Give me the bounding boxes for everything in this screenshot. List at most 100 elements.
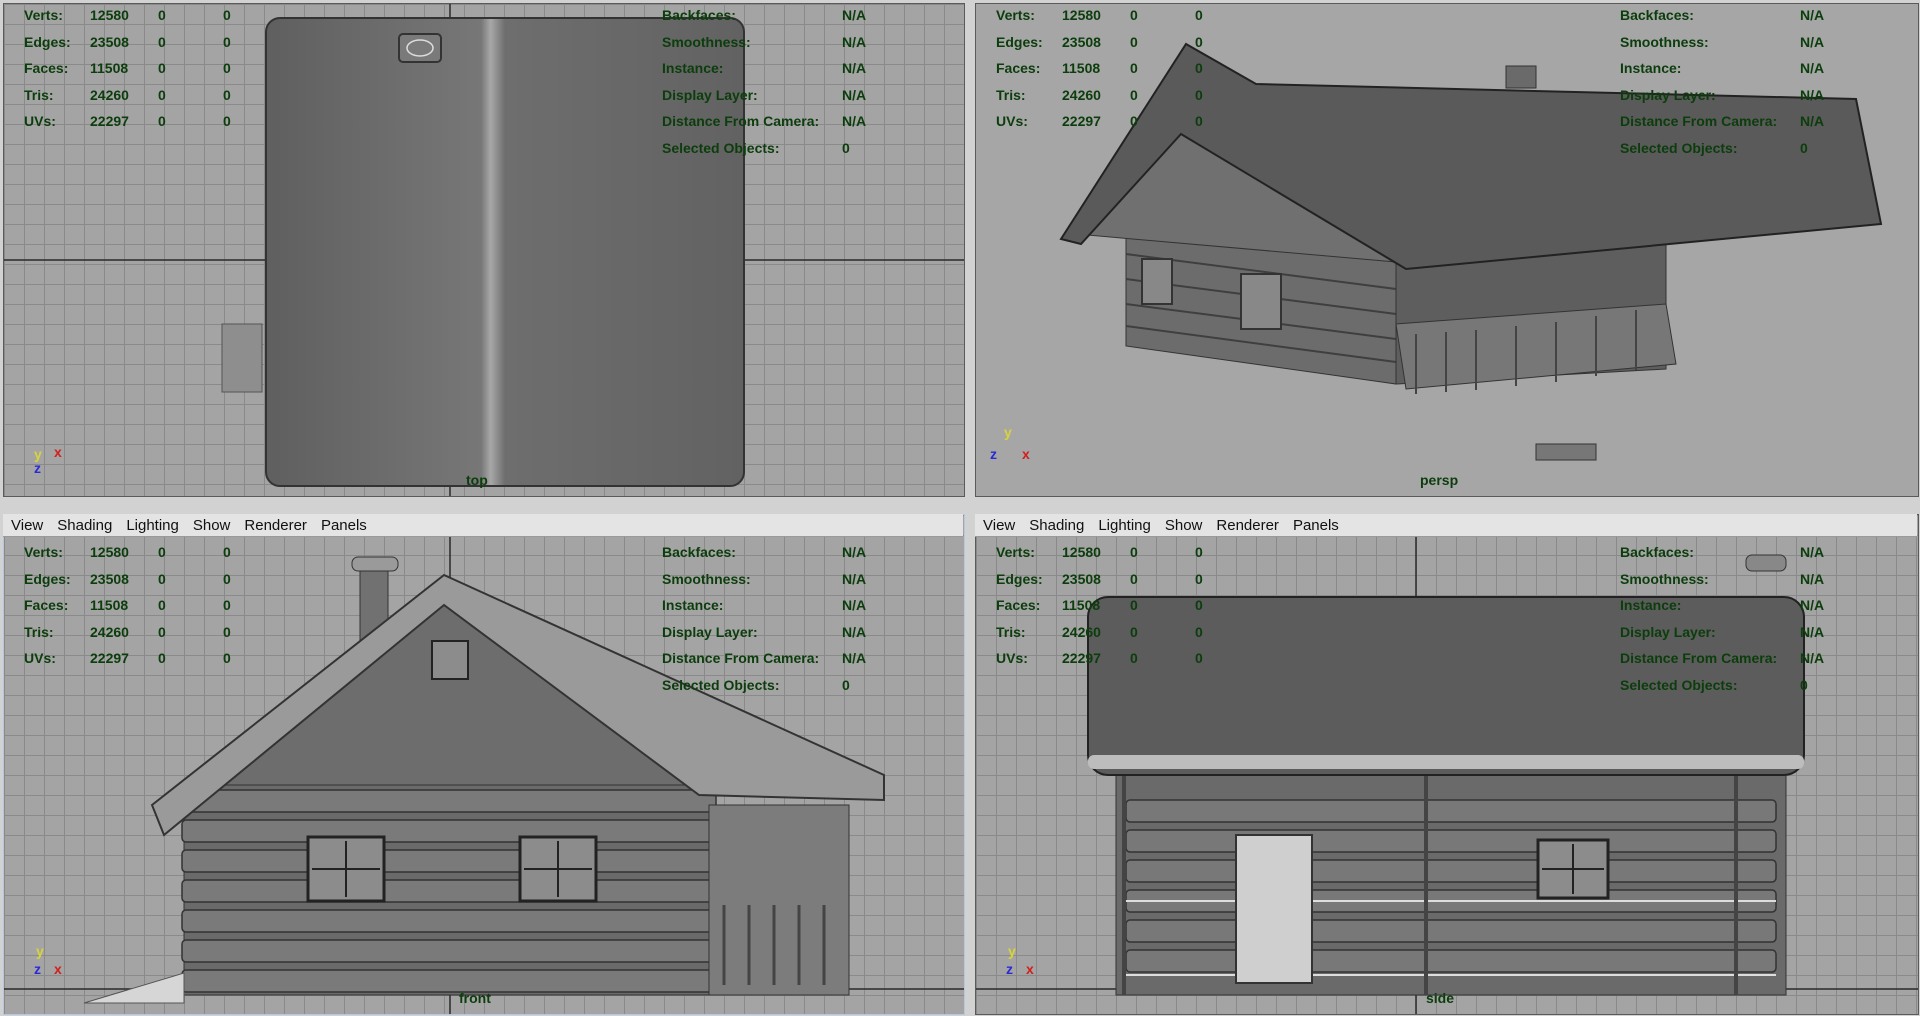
display-layer-label: Display Layer: (1620, 86, 1716, 103)
menu-view[interactable]: View (11, 517, 43, 534)
distance-value: N/A (842, 113, 867, 129)
smoothness-label: Smoothness: (1620, 570, 1709, 587)
axis-x-label: x (54, 961, 62, 977)
panel-menubar-front: View Shading Lighting Show Renderer Pane… (3, 514, 963, 537)
viewport-top[interactable]: Verts: 12580 0 0 Edges: 23508 0 0 Faces: 11508 0… (3, 3, 965, 497)
distance-value: N/A (1800, 113, 1825, 129)
menu-renderer[interactable]: Renderer (1216, 517, 1279, 534)
edges-selected: 0 (1130, 570, 1138, 587)
viewport-persp[interactable]: Verts: 12580 0 0 Edges: 23508 0 0 Faces: 11508 0… (975, 3, 1919, 497)
distance-label: Distance From Camera: (662, 650, 820, 666)
uvs-selected: 0 (158, 113, 166, 129)
selected-objects-value: 0 (1800, 676, 1808, 693)
menu-show[interactable]: Show (1165, 517, 1203, 534)
edges-selected: 0 (158, 33, 166, 50)
faces-selected: 0 (158, 60, 166, 76)
edges-value: 23508 (90, 33, 129, 50)
smoothness-value: N/A (842, 570, 867, 587)
uvs-label: UVs: (996, 650, 1028, 666)
verts-label: Verts: (24, 7, 63, 23)
tris-extra: 0 (223, 623, 231, 640)
menu-lighting[interactable]: Lighting (126, 517, 179, 534)
backfaces-value: N/A (842, 7, 867, 23)
verts-label: Verts: (996, 544, 1035, 560)
uvs-value: 22297 (1062, 650, 1101, 666)
poly-count-hud: Verts: 12580 0 0 Edges: 23508 0 0 Faces: 11508 0… (996, 539, 1203, 672)
tris-selected: 0 (158, 623, 166, 640)
axis-z-label: z (1006, 961, 1013, 977)
tris-value: 24260 (90, 623, 129, 640)
display-layer-label: Display Layer: (662, 623, 758, 640)
menu-panels[interactable]: Panels (321, 517, 367, 534)
backfaces-value: N/A (1800, 7, 1825, 23)
menu-shading[interactable]: Shading (57, 517, 112, 534)
axis-gizmo: y x z (32, 444, 72, 484)
instance-label: Instance: (662, 597, 724, 613)
edges-value: 23508 (90, 570, 129, 587)
uvs-value: 22297 (90, 650, 129, 666)
edges-extra: 0 (1195, 33, 1203, 50)
backfaces-value: N/A (842, 544, 867, 560)
faces-label: Faces: (996, 60, 1041, 76)
uvs-selected: 0 (1130, 650, 1138, 666)
menu-lighting[interactable]: Lighting (1098, 517, 1151, 534)
viewport-front[interactable]: Verts: 12580 0 0 Edges: 23508 0 0 Faces: 11508 0… (3, 514, 965, 1015)
faces-extra: 0 (223, 60, 231, 76)
display-layer-value: N/A (1800, 86, 1825, 103)
object-info-hud: Backfaces: N/A Smoothness: N/A Instance: N/… (662, 539, 866, 698)
display-layer-value: N/A (842, 623, 867, 640)
verts-extra: 0 (223, 544, 231, 560)
edges-selected: 0 (158, 570, 166, 587)
edges-label: Edges: (996, 570, 1043, 587)
instance-value: N/A (842, 597, 867, 613)
instance-value: N/A (1800, 597, 1825, 613)
edges-value: 23508 (1062, 33, 1101, 50)
faces-extra: 0 (223, 597, 231, 613)
uvs-extra: 0 (223, 113, 231, 129)
camera-label-side: side (1426, 990, 1455, 1006)
backfaces-value: N/A (1800, 544, 1825, 560)
smoothness-value: N/A (1800, 570, 1825, 587)
edges-value: 23508 (1062, 570, 1101, 587)
selected-objects-value: 0 (1800, 139, 1808, 156)
menu-renderer[interactable]: Renderer (244, 517, 307, 534)
edges-extra: 0 (223, 33, 231, 50)
edges-label: Edges: (996, 33, 1043, 50)
verts-selected: 0 (158, 544, 166, 560)
faces-selected: 0 (1130, 597, 1138, 613)
smoothness-value: N/A (1800, 33, 1825, 50)
faces-label: Faces: (996, 597, 1041, 613)
uvs-label: UVs: (24, 650, 56, 666)
menu-panels[interactable]: Panels (1293, 517, 1339, 534)
verts-value: 12580 (90, 544, 129, 560)
selected-objects-label: Selected Objects: (1620, 139, 1738, 156)
distance-label: Distance From Camera: (1620, 650, 1778, 666)
tris-selected: 0 (1130, 623, 1138, 640)
tris-value: 24260 (1062, 623, 1101, 640)
axis-y-label: y (1008, 943, 1016, 959)
menu-view[interactable]: View (983, 517, 1015, 534)
distance-label: Distance From Camera: (1620, 113, 1778, 129)
faces-selected: 0 (158, 597, 166, 613)
axis-z-label: z (990, 446, 997, 462)
faces-selected: 0 (1130, 60, 1138, 76)
axis-x-label: x (1026, 961, 1034, 977)
axis-y-label: y (36, 943, 44, 959)
tris-extra: 0 (1195, 86, 1203, 103)
edges-extra: 0 (1195, 570, 1203, 587)
axis-x-label: x (1022, 446, 1030, 462)
viewport-side[interactable]: Verts: 12580 0 0 Edges: 23508 0 0 Faces: 11508 0… (975, 514, 1919, 1015)
tris-label: Tris: (24, 86, 54, 103)
tris-label: Tris: (24, 623, 54, 640)
camera-label-front: front (459, 990, 491, 1006)
menu-shading[interactable]: Shading (1029, 517, 1084, 534)
menu-show[interactable]: Show (193, 517, 231, 534)
camera-label-persp: persp (1420, 472, 1459, 488)
display-layer-value: N/A (1800, 623, 1825, 640)
verts-selected: 0 (1130, 544, 1138, 560)
poly-count-hud: Verts: 12580 0 0 Edges: 23508 0 0 Faces: 11508 0… (24, 539, 231, 672)
tris-extra: 0 (223, 86, 231, 103)
uvs-label: UVs: (996, 113, 1028, 129)
smoothness-label: Smoothness: (1620, 33, 1709, 50)
backfaces-label: Backfaces: (662, 7, 736, 23)
